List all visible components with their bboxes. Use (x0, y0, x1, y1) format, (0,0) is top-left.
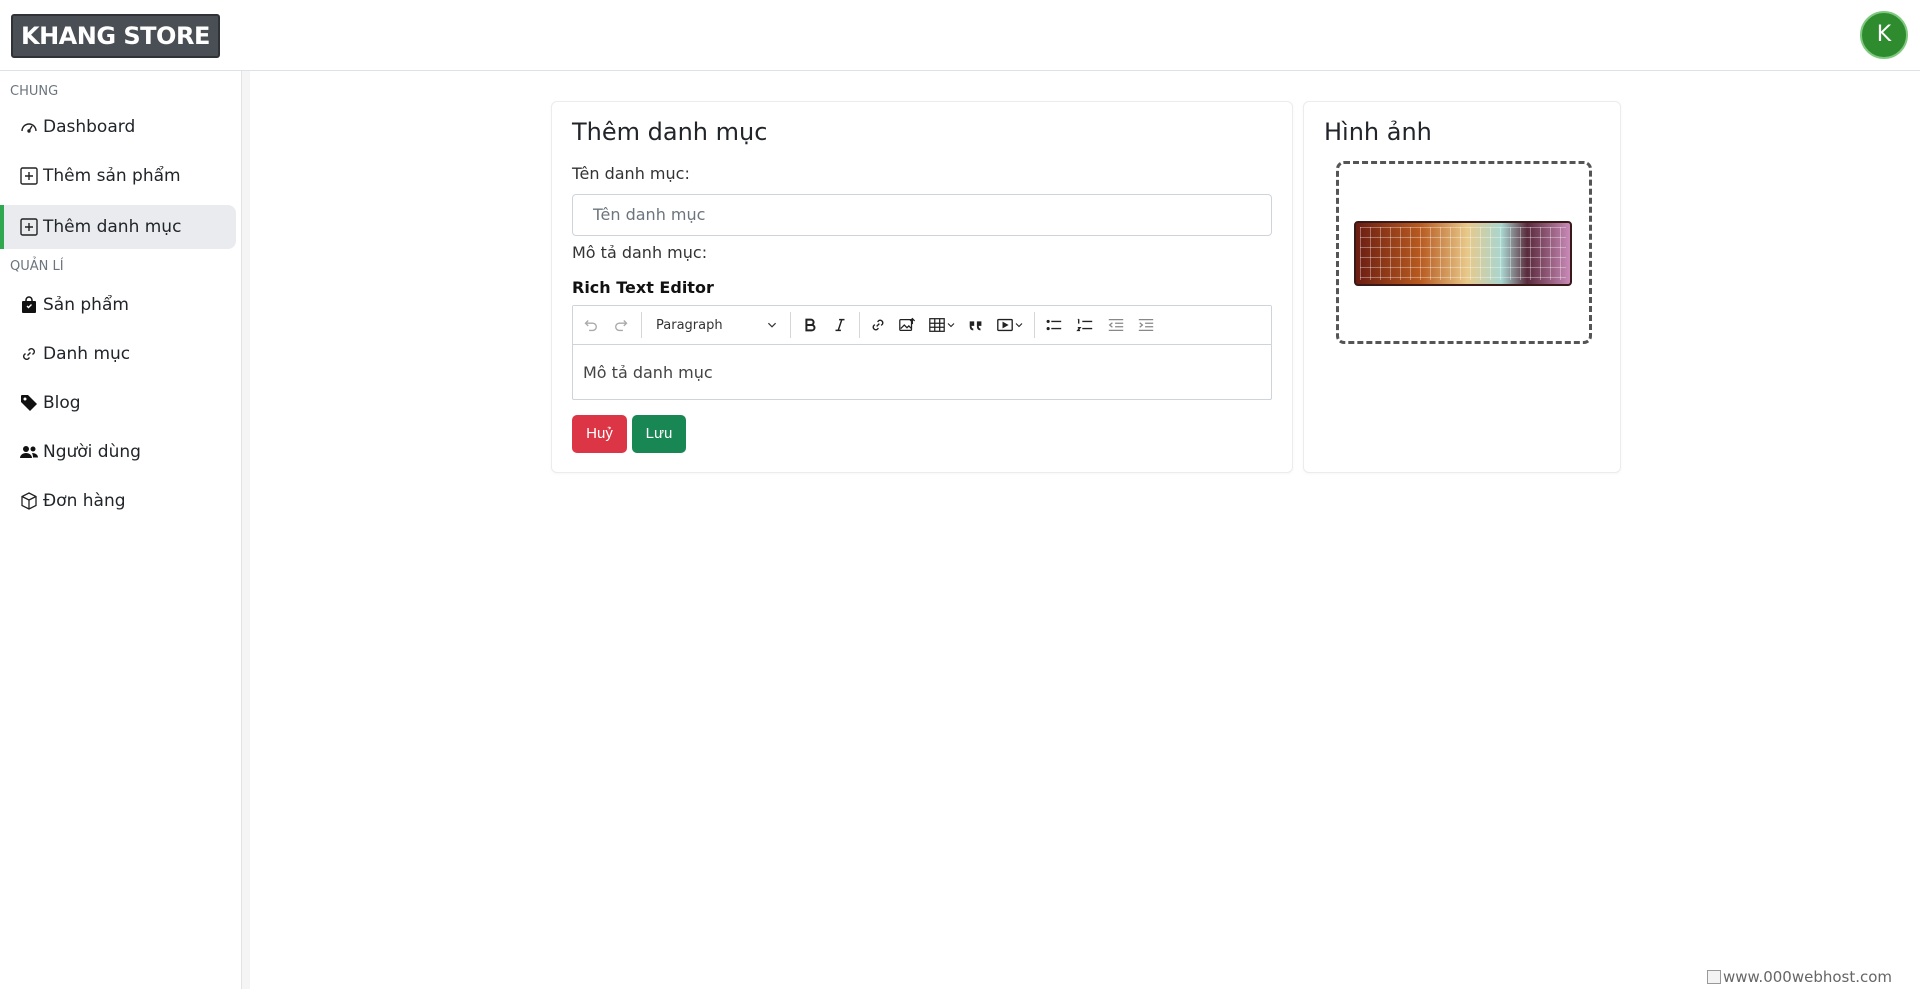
top-bar: KHANG STORE K (0, 0, 1920, 71)
name-label: Tên danh mục: (572, 164, 690, 183)
blockquote-icon[interactable] (962, 306, 990, 345)
image-dropzone[interactable] (1336, 161, 1592, 344)
sidebar-item-orders[interactable]: Đơn hàng (0, 479, 236, 523)
toolbar-separator (859, 312, 860, 338)
keyboard-image (1354, 221, 1572, 286)
table-icon[interactable] (922, 306, 962, 345)
save-button[interactable]: Lưu (632, 415, 686, 453)
sidebar-item-label: Sản phẩm (43, 295, 129, 315)
link-icon[interactable] (864, 306, 892, 345)
indent-icon[interactable] (1131, 306, 1161, 345)
chevron-down-icon (767, 322, 777, 328)
category-name-input[interactable]: Tên danh mục (572, 194, 1272, 236)
avatar[interactable]: K (1860, 11, 1908, 59)
sidebar-divider (242, 71, 250, 989)
sidebar-item-label: Đơn hàng (43, 491, 126, 511)
plus-square-icon (18, 216, 40, 238)
media-embed-icon[interactable] (990, 306, 1030, 345)
sidebar-item-label: Thêm sản phẩm (43, 166, 181, 186)
speedometer-icon (18, 116, 40, 138)
link-icon (18, 343, 40, 365)
redo-icon[interactable] (607, 306, 637, 345)
plus-square-icon (18, 165, 40, 187)
image-card-title: Hình ảnh (1324, 118, 1432, 146)
sidebar-item-users[interactable]: Người dùng (0, 430, 236, 474)
page-title: Thêm danh mục (572, 118, 768, 146)
editor-content[interactable]: Mô tả danh mục (573, 346, 1271, 399)
image-card: Hình ảnh (1303, 101, 1621, 473)
toolbar-separator (1034, 312, 1035, 338)
category-form-card: Thêm danh mục Tên danh mục: Tên danh mục… (551, 101, 1293, 473)
logo[interactable]: KHANG STORE (11, 14, 220, 58)
hosting-banner[interactable]: www.000webhost.com (1707, 968, 1892, 986)
toolbar-separator (641, 312, 642, 338)
sidebar-item-label: Blog (43, 393, 81, 413)
undo-icon[interactable] (573, 306, 607, 345)
box-icon (18, 490, 40, 512)
toolbar-separator (790, 312, 791, 338)
sidebar-item-add-category[interactable]: Thêm danh mục (0, 205, 236, 249)
sidebar-item-blog[interactable]: Blog (0, 381, 236, 425)
sidebar-item-dashboard[interactable]: Dashboard (0, 105, 236, 149)
cancel-button[interactable]: Huỷ (572, 415, 627, 453)
section-title-quan-li: QUẢN LÍ (10, 259, 64, 274)
tag-icon (18, 392, 40, 414)
bulleted-list-icon[interactable] (1039, 306, 1069, 345)
sidebar-item-label: Danh mục (43, 344, 131, 364)
sidebar-item-label: Dashboard (43, 117, 136, 137)
bag-icon (18, 294, 40, 316)
bold-icon[interactable] (795, 306, 825, 345)
image-upload-icon[interactable] (892, 306, 922, 345)
broken-image-icon (1707, 970, 1721, 984)
sidebar: CHUNG Dashboard Thêm sản phẩm Thêm danh … (0, 71, 242, 989)
sidebar-item-categories[interactable]: Danh mục (0, 332, 236, 376)
hosting-banner-alt: www.000webhost.com (1723, 968, 1893, 986)
section-title-chung: CHUNG (10, 84, 59, 99)
outdent-icon[interactable] (1101, 306, 1131, 345)
sidebar-item-add-product[interactable]: Thêm sản phẩm (0, 154, 236, 198)
sidebar-item-products[interactable]: Sản phẩm (0, 283, 236, 327)
description-label: Mô tả danh mục: (572, 243, 708, 262)
people-icon (18, 441, 40, 463)
heading-dropdown-value: Paragraph (656, 317, 723, 333)
rich-text-editor: Paragraph Mô tả danh mục (572, 305, 1272, 400)
italic-icon[interactable] (825, 306, 855, 345)
heading-dropdown[interactable]: Paragraph (646, 306, 786, 345)
editor-toolbar: Paragraph (573, 306, 1271, 345)
sidebar-item-label: Người dùng (43, 442, 141, 462)
numbered-list-icon[interactable] (1069, 306, 1101, 345)
sidebar-item-label: Thêm danh mục (43, 217, 182, 237)
editor-label: Rich Text Editor (572, 278, 714, 297)
